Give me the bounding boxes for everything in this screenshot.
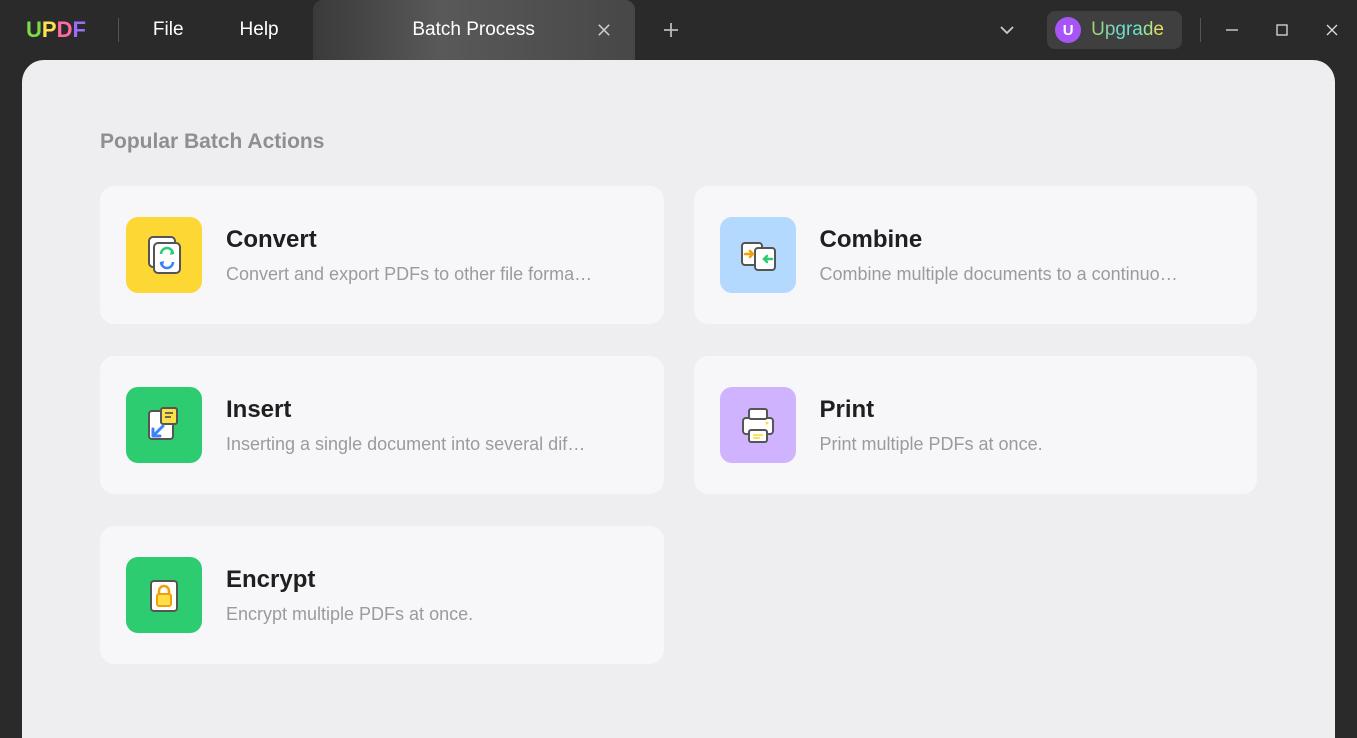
insert-icon <box>126 387 202 463</box>
close-icon <box>1325 23 1339 37</box>
avatar: U <box>1055 17 1081 43</box>
menu-file[interactable]: File <box>125 0 212 60</box>
tabs-dropdown-button[interactable] <box>979 0 1035 60</box>
plus-icon <box>663 22 679 38</box>
logo-letter-p: P <box>42 17 57 42</box>
section-title: Popular Batch Actions <box>100 130 1257 154</box>
content-panel: Popular Batch Actions Convert Convert an… <box>22 60 1335 738</box>
action-title: Convert <box>226 226 638 254</box>
logo-letter-d: D <box>57 17 73 42</box>
action-combine[interactable]: Combine Combine multiple documents to a … <box>694 186 1258 324</box>
action-description: Inserting a single document into several… <box>226 434 638 455</box>
action-print[interactable]: Print Print multiple PDFs at once. <box>694 356 1258 494</box>
upgrade-label: Upgrade <box>1091 19 1164 41</box>
action-insert[interactable]: Insert Inserting a single document into … <box>100 356 664 494</box>
tab-label: Batch Process <box>412 19 535 41</box>
app-logo[interactable]: UPDF <box>0 17 112 43</box>
upgrade-button[interactable]: U Upgrade <box>1047 11 1182 49</box>
action-description: Print multiple PDFs at once. <box>820 434 1232 455</box>
menu-help[interactable]: Help <box>212 0 307 60</box>
action-description: Combine multiple documents to a continuo… <box>820 264 1232 285</box>
close-icon <box>598 24 610 36</box>
print-icon <box>720 387 796 463</box>
batch-actions-grid: Convert Convert and export PDFs to other… <box>100 186 1257 664</box>
action-convert[interactable]: Convert Convert and export PDFs to other… <box>100 186 664 324</box>
combine-icon <box>720 217 796 293</box>
divider <box>1200 18 1201 42</box>
convert-icon <box>126 217 202 293</box>
window-controls <box>1207 0 1357 60</box>
action-title: Combine <box>820 226 1232 254</box>
encrypt-icon <box>126 557 202 633</box>
logo-letter-f: F <box>72 17 85 42</box>
titlebar: UPDF File Help Batch Process U Upgrade <box>0 0 1357 60</box>
maximize-button[interactable] <box>1257 0 1307 60</box>
close-window-button[interactable] <box>1307 0 1357 60</box>
close-tab-button[interactable] <box>595 21 613 39</box>
logo-letter-u: U <box>26 17 42 42</box>
action-description: Convert and export PDFs to other file fo… <box>226 264 638 285</box>
action-title: Print <box>820 396 1232 424</box>
action-encrypt[interactable]: Encrypt Encrypt multiple PDFs at once. <box>100 526 664 664</box>
maximize-icon <box>1275 23 1289 37</box>
action-title: Encrypt <box>226 566 638 594</box>
action-description: Encrypt multiple PDFs at once. <box>226 604 638 625</box>
minimize-button[interactable] <box>1207 0 1257 60</box>
new-tab-button[interactable] <box>635 0 707 60</box>
tab-batch-process[interactable]: Batch Process <box>313 0 635 60</box>
action-title: Insert <box>226 396 638 424</box>
chevron-down-icon <box>999 22 1015 38</box>
minimize-icon <box>1225 23 1239 37</box>
divider <box>118 18 119 42</box>
